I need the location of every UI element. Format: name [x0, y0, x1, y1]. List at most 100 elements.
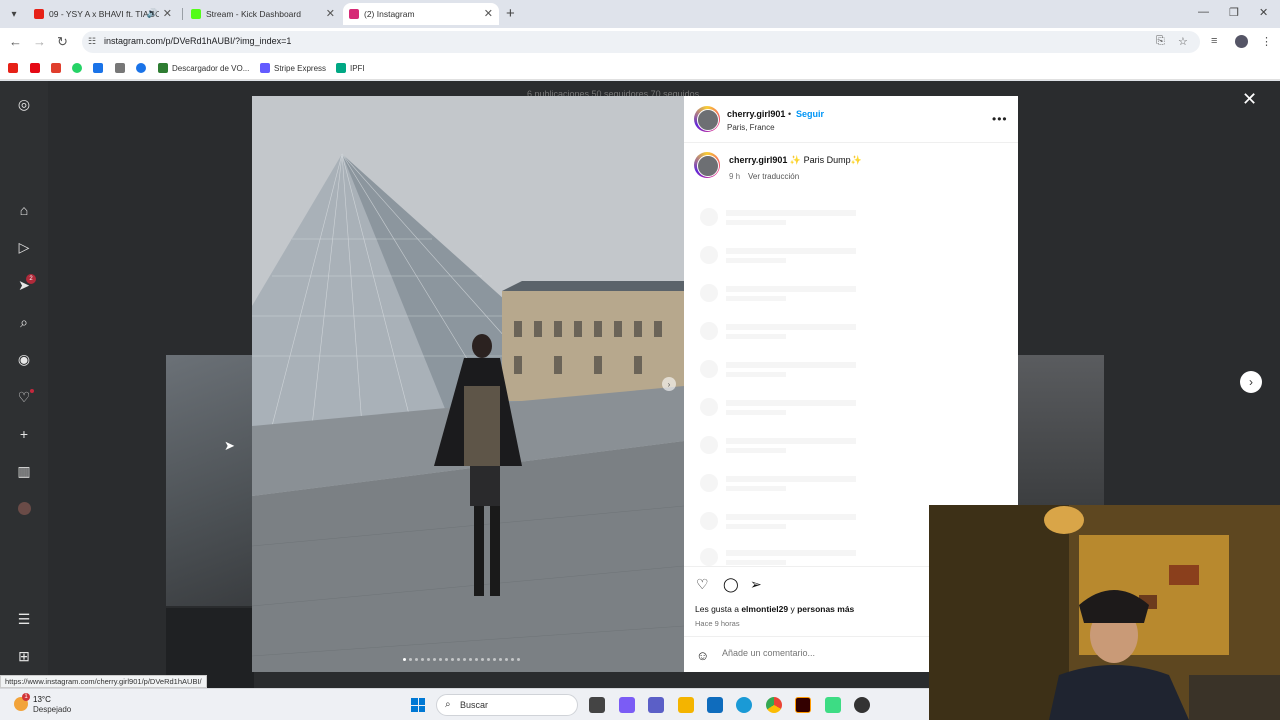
- edge-icon[interactable]: [736, 697, 752, 713]
- instagram-logo-icon[interactable]: ◎: [16, 96, 32, 112]
- bookmark-app[interactable]: [93, 62, 107, 74]
- netflix-icon: [30, 63, 40, 73]
- start-windows-icon[interactable]: [411, 698, 425, 712]
- tab-title: (2) Instagram: [364, 9, 415, 19]
- close-window-icon[interactable]: ✕: [1259, 6, 1268, 19]
- carousel-dots: [403, 658, 520, 661]
- obs-icon[interactable]: [854, 697, 870, 713]
- author-avatar[interactable]: [694, 106, 720, 132]
- post-modal: › cherry.girl901 • Seguir Paris, France …: [252, 96, 1018, 672]
- speaker-icon[interactable]: 🔊: [147, 8, 158, 19]
- forward-icon[interactable]: →: [33, 34, 46, 49]
- site-info-icon[interactable]: ☷: [88, 36, 96, 47]
- url-text[interactable]: instagram.com/p/DVeRd1hAUBI/?img_index=1: [104, 36, 291, 46]
- outlook-icon[interactable]: [707, 697, 723, 713]
- carousel-dot: [475, 658, 478, 661]
- next-post-chevron-icon[interactable]: ›: [1240, 371, 1262, 393]
- see-translation-link[interactable]: Ver traducción: [748, 172, 799, 181]
- follow-button[interactable]: Seguir: [796, 109, 824, 119]
- home-icon[interactable]: ⌂: [16, 202, 32, 218]
- create-plus-icon[interactable]: +: [16, 426, 32, 442]
- profile-avatar[interactable]: [18, 502, 31, 515]
- close-modal-icon[interactable]: ✕: [1242, 89, 1257, 110]
- bookmark-angular[interactable]: [51, 62, 65, 74]
- reels-icon[interactable]: ▷: [16, 239, 32, 255]
- comment-skeleton: [700, 436, 860, 456]
- also-from-meta-icon[interactable]: ⊞: [16, 648, 32, 664]
- download-icon: [158, 63, 168, 73]
- more-options-icon[interactable]: •••: [992, 112, 1008, 126]
- chrome-icon[interactable]: [766, 697, 782, 713]
- comment-skeleton: [700, 208, 860, 228]
- bookmark-play[interactable]: [136, 62, 150, 74]
- bookmark-descargador[interactable]: Descargador de VO...: [158, 62, 249, 74]
- close-tab-icon[interactable]: ✕: [326, 7, 335, 20]
- new-tab-icon[interactable]: +: [506, 5, 515, 22]
- reload-icon[interactable]: ↻: [57, 34, 68, 50]
- close-tab-icon[interactable]: ✕: [163, 7, 172, 20]
- comment-icon[interactable]: ◯: [723, 576, 739, 593]
- carousel-dot: [463, 658, 466, 661]
- separator-dot: •: [788, 109, 792, 119]
- likes-more-link[interactable]: personas más: [797, 604, 854, 614]
- install-app-icon[interactable]: ⎘: [1156, 35, 1165, 48]
- close-tab-icon[interactable]: ✕: [484, 7, 493, 20]
- comment-input[interactable]: [722, 648, 922, 658]
- carousel-dot: [421, 658, 424, 661]
- back-icon[interactable]: ←: [9, 34, 22, 49]
- tab-youtube[interactable]: 09 - YSY A x BHAVI ft. TIAGO 🔊 ✕: [28, 3, 178, 25]
- caption-username[interactable]: cherry.girl901: [729, 155, 787, 165]
- background-post-thumbnail[interactable]: [1017, 355, 1104, 506]
- tab-kick[interactable]: Stream - Kick Dashboard ✕: [185, 3, 341, 25]
- bookmark-stripe[interactable]: Stripe Express: [260, 62, 326, 74]
- play-icon: [136, 63, 146, 73]
- media-controls-icon[interactable]: ≡: [1211, 35, 1217, 47]
- dashboard-icon[interactable]: ▥: [16, 463, 32, 479]
- explore-icon[interactable]: ◉: [16, 351, 32, 367]
- profile-avatar[interactable]: [1235, 35, 1248, 48]
- liker-username[interactable]: elmontiel29: [741, 604, 788, 614]
- teams-icon[interactable]: [648, 697, 664, 713]
- more-menu-icon[interactable]: ☰: [16, 611, 32, 627]
- minimize-icon[interactable]: —: [1198, 6, 1209, 18]
- illustrator-icon[interactable]: [795, 697, 811, 713]
- copilot-icon[interactable]: [619, 697, 635, 713]
- author-username[interactable]: cherry.girl901: [727, 109, 785, 119]
- windows-taskbar: 1 13°C Despejado ⌕ Buscar: [0, 688, 929, 720]
- bookmark-label: Descargador de VO...: [172, 63, 250, 73]
- carousel-dot: [469, 658, 472, 661]
- carousel-dot: [403, 658, 406, 661]
- address-bar[interactable]: ☷ instagram.com/p/DVeRd1hAUBI/?img_index…: [82, 31, 1200, 53]
- task-view-icon[interactable]: [589, 697, 605, 713]
- carousel-next-icon[interactable]: ›: [662, 377, 676, 391]
- bookmark-ipfi[interactable]: IPFI: [336, 62, 365, 74]
- file-explorer-icon[interactable]: [678, 697, 694, 713]
- post-location[interactable]: Paris, France: [727, 123, 775, 132]
- carousel-dot: [487, 658, 490, 661]
- carousel-dot: [409, 658, 412, 661]
- background-post-thumbnail[interactable]: [166, 355, 254, 606]
- share-icon[interactable]: ➢: [750, 576, 762, 593]
- comment-skeleton: [700, 512, 860, 532]
- menu-kebab-icon[interactable]: ⋮: [1261, 35, 1272, 48]
- post-photo[interactable]: ›: [252, 96, 684, 672]
- louvre-pyramid-image: [252, 96, 684, 672]
- emoji-picker-icon[interactable]: ☺: [696, 648, 709, 663]
- restore-icon[interactable]: ❐: [1229, 6, 1239, 19]
- like-heart-icon[interactable]: ♡: [696, 576, 709, 593]
- bookmark-star-icon[interactable]: ☆: [1178, 35, 1188, 48]
- bookmark-youtube[interactable]: [8, 62, 22, 74]
- tab-instagram[interactable]: (2) Instagram ✕: [343, 3, 499, 25]
- weather-description[interactable]: Despejado: [33, 705, 71, 714]
- bookmark-netflix[interactable]: [30, 62, 44, 74]
- bookmark-whatsapp[interactable]: [72, 62, 86, 74]
- search-icon[interactable]: ⌕: [16, 314, 32, 330]
- caption-author-avatar[interactable]: [694, 152, 720, 178]
- bookmarks-bar: Descargador de VO... Stripe Express IPFI: [0, 56, 1280, 80]
- tab-search-icon[interactable]: ▾: [6, 6, 22, 22]
- taskbar-search[interactable]: ⌕ Buscar: [436, 694, 578, 716]
- android-studio-icon[interactable]: [825, 697, 841, 713]
- bookmark-link[interactable]: [115, 62, 129, 74]
- temperature[interactable]: 13°C: [33, 695, 51, 704]
- carousel-dot: [433, 658, 436, 661]
